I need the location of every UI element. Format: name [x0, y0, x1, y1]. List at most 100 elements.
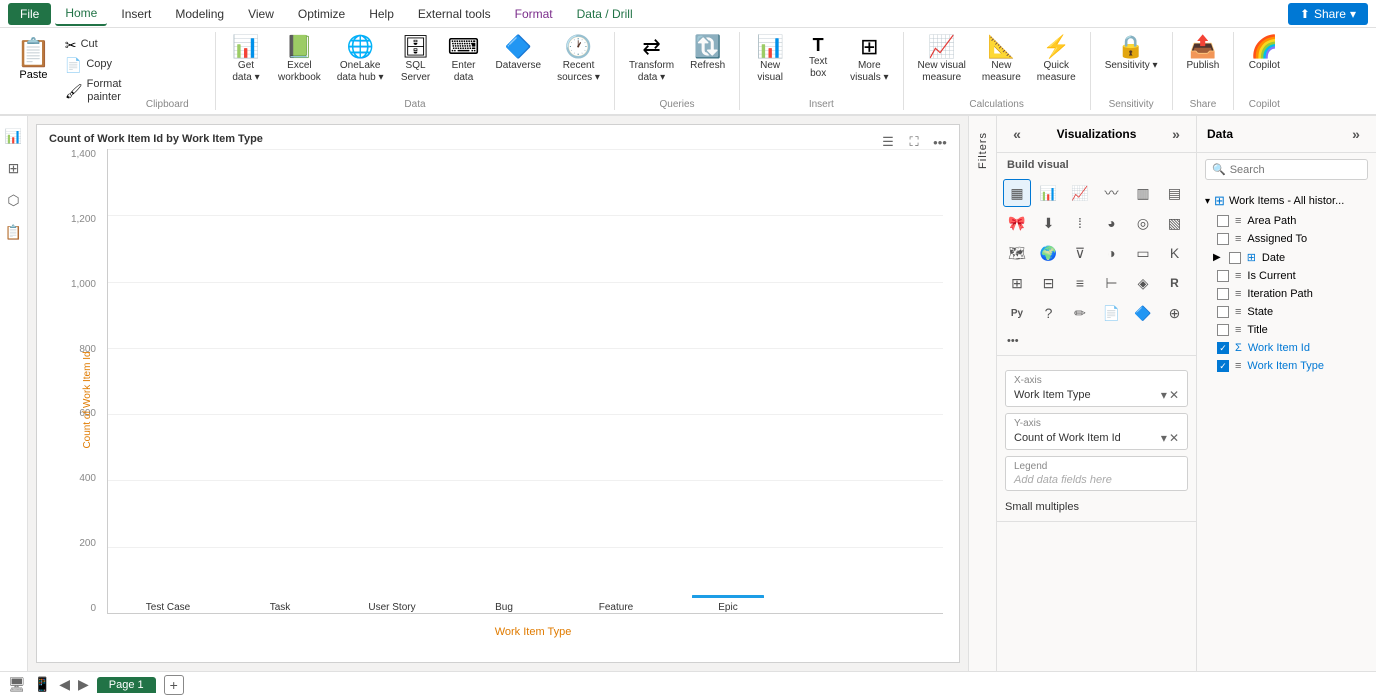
viz-ribbon-chart-icon[interactable]: 🎀	[1003, 209, 1031, 237]
get-data-button[interactable]: 📊 Getdata ▾	[224, 32, 268, 88]
viz-kpi-icon[interactable]: K	[1161, 239, 1189, 267]
next-page-icon[interactable]: ▶	[78, 676, 89, 693]
viz-r-visual-icon[interactable]: R	[1161, 269, 1189, 297]
checkbox-title[interactable]	[1217, 324, 1229, 336]
y-axis-remove-icon[interactable]: ✕	[1169, 431, 1179, 445]
more-visuals-button[interactable]: ⊞ Morevisuals ▾	[844, 32, 894, 88]
viz-donut-icon[interactable]: ◎	[1129, 209, 1157, 237]
viz-custom-icon[interactable]: ⊕	[1161, 299, 1189, 327]
cut-button[interactable]: ✂ Cut	[59, 36, 128, 54]
field-area-path[interactable]: ≡ Area Path	[1197, 212, 1376, 230]
menu-data-drill[interactable]: Data / Drill	[567, 3, 643, 25]
field-date-group[interactable]: ▶ ⊞ Date	[1197, 248, 1376, 267]
new-visual-measure-button[interactable]: 📈 New visualmeasure	[912, 32, 972, 88]
viz-gauge-icon[interactable]: ◑	[1098, 239, 1126, 267]
bar-epic[interactable]: Epic	[692, 595, 764, 613]
add-page-button[interactable]: +	[164, 675, 184, 695]
menu-optimize[interactable]: Optimize	[288, 3, 355, 25]
bar-feature[interactable]: Feature	[580, 598, 652, 613]
format-painter-button[interactable]: 🖌 Format painter	[59, 76, 128, 106]
work-items-group[interactable]: ▾ ⊞ Work Items - All histor...	[1197, 190, 1376, 212]
y-axis-expand-icon[interactable]: ▾	[1161, 431, 1167, 445]
text-box-button[interactable]: T Textbox	[796, 32, 840, 84]
desktop-view-icon[interactable]: 🖥	[8, 676, 26, 693]
prev-page-icon[interactable]: ◀	[59, 676, 70, 693]
viz-slicer-icon[interactable]: ≡	[1066, 269, 1094, 297]
field-work-item-id[interactable]: ✓ Σ Work Item Id	[1197, 339, 1376, 357]
checkbox-is-current[interactable]	[1217, 270, 1229, 282]
viz-decomp-tree-icon[interactable]: ⊢	[1098, 269, 1126, 297]
new-visual-button[interactable]: 📊 Newvisual	[748, 32, 792, 88]
viz-paginated-icon[interactable]: 📄	[1098, 299, 1126, 327]
checkbox-area-path[interactable]	[1217, 215, 1229, 227]
checkbox-assigned-to[interactable]	[1217, 233, 1229, 245]
page-1-tab[interactable]: Page 1	[97, 677, 156, 693]
menu-modeling[interactable]: Modeling	[165, 3, 234, 25]
viz-filled-map-icon[interactable]: 🌍	[1035, 239, 1063, 267]
recent-sources-button[interactable]: 🕐 Recentsources ▾	[551, 32, 606, 88]
viz-matrix-icon[interactable]: ⊟	[1035, 269, 1063, 297]
bar-test-case[interactable]: Test Case	[132, 598, 204, 613]
viz-more-button[interactable]: •••	[997, 331, 1196, 351]
field-assigned-to[interactable]: ≡ Assigned To	[1197, 230, 1376, 248]
viz-waterfall-icon[interactable]: ⬇	[1035, 209, 1063, 237]
viz-collapse-right-button[interactable]: »	[1166, 124, 1186, 144]
viz-scatter-icon[interactable]: ⁞	[1066, 209, 1094, 237]
excel-workbook-button[interactable]: 📗 Excelworkbook	[272, 32, 327, 88]
field-iteration-path[interactable]: ≡ Iteration Path	[1197, 285, 1376, 303]
viz-key-influencers-icon[interactable]: ◈	[1129, 269, 1157, 297]
field-state[interactable]: ≡ State	[1197, 303, 1376, 321]
mobile-view-icon[interactable]: 📱	[34, 676, 51, 693]
data-panel-expand-button[interactable]: »	[1346, 124, 1366, 144]
enter-data-button[interactable]: ⌨ Enterdata	[442, 32, 486, 88]
onelake-button[interactable]: 🌐 OneLakedata hub ▾	[331, 32, 390, 88]
viz-funnel-icon[interactable]: ⊽	[1066, 239, 1094, 267]
menu-external-tools[interactable]: External tools	[408, 3, 501, 25]
data-search-input[interactable]	[1230, 164, 1361, 176]
viz-card-icon[interactable]: ▭	[1129, 239, 1157, 267]
bar-bug[interactable]: Bug	[468, 598, 540, 613]
publish-button[interactable]: 📤 Publish	[1181, 32, 1226, 76]
report-view-icon[interactable]: 📊	[2, 124, 26, 148]
new-measure-button[interactable]: 📐 Newmeasure	[976, 32, 1027, 88]
checkbox-date[interactable]	[1229, 252, 1241, 264]
paste-button[interactable]: 📋 Paste	[8, 32, 59, 110]
x-axis-expand-icon[interactable]: ▾	[1161, 388, 1167, 402]
dax-query-icon[interactable]: 📋	[2, 220, 26, 244]
viz-column-chart-icon[interactable]: 📊	[1035, 179, 1063, 207]
field-work-item-type[interactable]: ✓ ≡ Work Item Type	[1197, 357, 1376, 375]
copilot-button[interactable]: 🌈 Copilot	[1242, 32, 1286, 76]
dataverse-button[interactable]: 🔷 Dataverse	[490, 32, 548, 76]
viz-qna-icon[interactable]: ?	[1035, 299, 1063, 327]
checkbox-work-item-id[interactable]: ✓	[1217, 342, 1229, 354]
viz-azure-map-icon[interactable]: 🔷	[1129, 299, 1157, 327]
bar-user-story[interactable]: User Story	[356, 598, 428, 613]
x-axis-remove-icon[interactable]: ✕	[1169, 388, 1179, 402]
viz-line-chart-icon[interactable]: 📈	[1066, 179, 1094, 207]
viz-bar-chart-icon[interactable]: ▦	[1003, 179, 1031, 207]
share-button[interactable]: ⬆ Share ▾	[1288, 3, 1368, 25]
viz-treemap-icon[interactable]: ▧	[1161, 209, 1189, 237]
refresh-button[interactable]: 🔃 Refresh	[684, 32, 731, 76]
menu-view[interactable]: View	[238, 3, 284, 25]
date-group-expand-icon[interactable]: ▶	[1213, 252, 1221, 263]
viz-python-icon[interactable]: Py	[1003, 299, 1031, 327]
transform-data-button[interactable]: ⇄ Transformdata ▾	[623, 32, 680, 88]
checkbox-work-item-type[interactable]: ✓	[1217, 360, 1229, 372]
menu-home[interactable]: Home	[55, 2, 107, 26]
viz-collapse-left-button[interactable]: «	[1007, 124, 1027, 144]
viz-area-chart-icon[interactable]: 〰	[1098, 179, 1126, 207]
table-view-icon[interactable]: ⊞	[2, 156, 26, 180]
menu-format[interactable]: Format	[505, 3, 563, 25]
viz-stacked-bar-icon[interactable]: ▥	[1129, 179, 1157, 207]
viz-stacked-column-icon[interactable]: ▤	[1161, 179, 1189, 207]
copy-button[interactable]: 📄 Copy	[59, 56, 128, 74]
quick-measure-button[interactable]: ⚡ Quickmeasure	[1031, 32, 1082, 88]
model-view-icon[interactable]: ⬡	[2, 188, 26, 212]
sql-server-button[interactable]: 🗄 SQLServer	[394, 32, 438, 88]
viz-map-icon[interactable]: 🗺	[1003, 239, 1031, 267]
field-is-current[interactable]: ≡ Is Current	[1197, 267, 1376, 285]
checkbox-state[interactable]	[1217, 306, 1229, 318]
bar-task[interactable]: Task	[244, 598, 316, 613]
menu-help[interactable]: Help	[359, 3, 404, 25]
